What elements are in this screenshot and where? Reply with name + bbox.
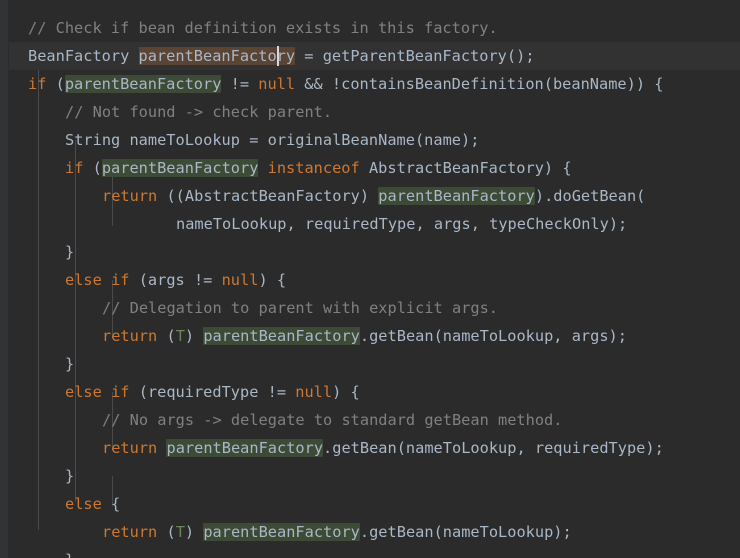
code-token: return <box>102 523 158 541</box>
code-token: BeanFactory <box>28 47 139 65</box>
code-line[interactable]: // No args -> delegate to standard getBe… <box>0 406 562 434</box>
code-line[interactable]: BeanFactory parentBeanFactory = getParen… <box>0 42 535 70</box>
occurrence-highlight-read: parentBeanFactory <box>203 327 360 345</box>
code-token: ( <box>46 75 65 93</box>
code-editor[interactable]: // Check if bean definition exists in th… <box>0 0 740 558</box>
code-token: ( <box>157 327 176 345</box>
code-token: else <box>65 383 102 401</box>
code-token: String nameToLookup = originalBeanName(n… <box>65 131 480 149</box>
code-token: // No args -> delegate to standard getBe… <box>102 411 563 429</box>
code-line[interactable]: } <box>0 546 74 558</box>
code-token: return <box>102 187 158 205</box>
code-token: .getBean(nameToLookup, args); <box>359 327 627 345</box>
code-token: null <box>221 271 259 289</box>
code-token: if <box>65 159 84 177</box>
code-token: ) <box>184 523 204 541</box>
code-token: else <box>65 495 102 513</box>
code-token: } <box>65 243 75 261</box>
code-token: if <box>111 271 130 289</box>
code-token: = getParentBeanFactory(); <box>295 47 535 65</box>
code-token: (args != <box>129 271 222 289</box>
code-token: return <box>102 439 158 457</box>
code-token: null <box>258 75 296 93</box>
occurrence-highlight-read: parentBeanFactory <box>166 439 324 457</box>
code-token: } <box>65 467 75 485</box>
code-line[interactable]: else if (requiredType != null) { <box>0 378 360 406</box>
code-line[interactable]: nameToLookup, requiredType, args, typeCh… <box>0 210 627 238</box>
code-token: T <box>175 523 185 541</box>
code-line[interactable]: else { <box>0 490 120 518</box>
code-token: // Not found -> check parent. <box>65 103 333 121</box>
code-line[interactable]: } <box>0 350 74 378</box>
code-line[interactable]: } <box>0 462 74 490</box>
code-token: } <box>65 551 74 558</box>
code-line[interactable]: } <box>0 238 74 266</box>
code-line[interactable]: // Delegation to parent with explicit ar… <box>0 294 498 322</box>
code-token: .getBean(nameToLookup); <box>359 523 572 541</box>
code-token: != <box>221 75 259 93</box>
code-line[interactable]: return (T) parentBeanFactory.getBean(nam… <box>0 518 572 546</box>
code-token: null <box>295 383 333 401</box>
code-token: ((AbstractBeanFactory) <box>157 187 379 205</box>
code-token: return <box>102 327 158 345</box>
occurrence-highlight-read: parentBeanFactory <box>378 187 535 205</box>
code-token: instanceof <box>267 159 360 177</box>
code-token: ) { <box>258 271 287 289</box>
occurrence-highlight-read: parentBeanFactory <box>101 159 259 177</box>
occurrence-highlight-write: parentBeanFactory <box>138 47 296 65</box>
code-line[interactable]: if (parentBeanFactory instanceof Abstrac… <box>0 154 572 182</box>
code-line[interactable]: // Not found -> check parent. <box>0 98 332 126</box>
code-token: if <box>28 75 47 93</box>
code-token: nameToLookup, requiredType, args, typeCh… <box>176 215 628 233</box>
code-line[interactable]: if (parentBeanFactory != null && !contai… <box>0 70 663 98</box>
code-token: ).doGetBean( <box>534 187 646 205</box>
code-token: // Check if bean definition exists in th… <box>28 19 498 37</box>
text-caret <box>277 46 279 66</box>
code-token: if <box>111 383 130 401</box>
code-token: .getBean(nameToLookup, requiredType); <box>323 439 664 457</box>
code-token: // Delegation to parent with explicit ar… <box>102 299 499 317</box>
code-token: else <box>65 271 102 289</box>
code-token: ( <box>83 159 102 177</box>
code-token: ) <box>184 327 204 345</box>
code-token: } <box>65 355 75 373</box>
code-line[interactable]: return ((AbstractBeanFactory) parentBean… <box>0 182 645 210</box>
code-text-area[interactable]: // Check if bean definition exists in th… <box>0 0 740 558</box>
code-line[interactable]: String nameToLookup = originalBeanName(n… <box>0 126 479 154</box>
code-token: { <box>101 495 121 513</box>
code-token: AbstractBeanFactory) { <box>359 159 572 177</box>
code-token: && !containsBeanDefinition(beanName)) { <box>295 75 664 93</box>
code-token: ( <box>157 523 176 541</box>
code-token: T <box>175 327 185 345</box>
code-token: (requiredType != <box>129 383 296 401</box>
code-line[interactable]: return parentBeanFactory.getBean(nameToL… <box>0 434 664 462</box>
code-line[interactable]: return (T) parentBeanFactory.getBean(nam… <box>0 322 627 350</box>
code-line[interactable]: else if (args != null) { <box>0 266 286 294</box>
occurrence-highlight-read: parentBeanFactory <box>203 523 360 541</box>
code-token: ) { <box>332 383 360 401</box>
code-line[interactable]: // Check if bean definition exists in th… <box>0 14 498 42</box>
occurrence-highlight-read: parentBeanFactory <box>64 75 222 93</box>
